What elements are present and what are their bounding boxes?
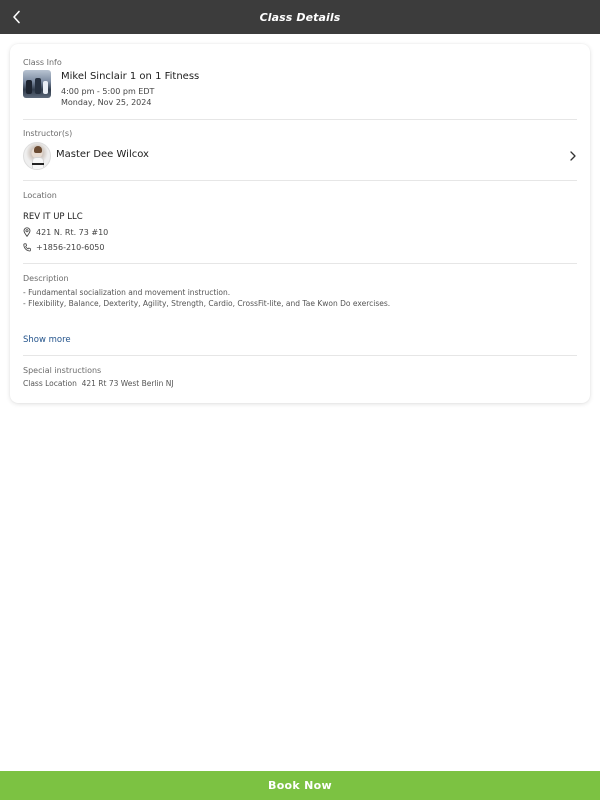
class-time: 4:00 pm - 5:00 pm EDT <box>61 87 155 96</box>
chevron-right-icon <box>570 151 576 161</box>
divider <box>23 355 577 356</box>
divider <box>23 119 577 120</box>
location-label: Location <box>23 191 57 200</box>
location-address: 421 N. Rt. 73 #10 <box>36 227 109 237</box>
map-pin-icon <box>23 227 31 237</box>
header-bar: Class Details <box>0 0 600 34</box>
instructor-name: Master Dee Wilcox <box>56 149 149 160</box>
class-info-section: Class Info Mikel Sinclair 1 on 1 Fitness… <box>23 58 577 113</box>
description-line: - Fundamental socialization and movement… <box>23 288 231 297</box>
location-name: REV IT UP LLC <box>23 212 83 222</box>
class-details-card: Class Info Mikel Sinclair 1 on 1 Fitness… <box>10 44 590 403</box>
class-thumbnail <box>23 70 51 98</box>
back-button[interactable] <box>4 4 30 30</box>
description-label: Description <box>23 274 69 283</box>
page-title: Class Details <box>259 10 341 24</box>
special-instructions-label: Special instructions <box>23 366 102 375</box>
instructor-row[interactable]: Master Dee Wilcox <box>23 140 577 172</box>
class-name: Mikel Sinclair 1 on 1 Fitness <box>61 71 200 82</box>
chevron-left-icon <box>13 10 20 24</box>
divider <box>23 263 577 264</box>
book-now-button[interactable]: Book Now <box>0 771 600 800</box>
book-now-label: Book Now <box>268 779 332 792</box>
instructor-label: Instructor(s) <box>23 129 73 138</box>
location-phone: +1856-210-6050 <box>36 243 105 252</box>
phone-icon <box>23 243 31 252</box>
location-address-row[interactable]: 421 N. Rt. 73 #10 <box>23 227 108 237</box>
special-instructions-text: Class Location 421 Rt 73 West Berlin NJ <box>23 379 174 388</box>
description-text: - Fundamental socialization and movement… <box>23 287 577 309</box>
divider <box>23 180 577 181</box>
class-date: Monday, Nov 25, 2024 <box>61 98 152 107</box>
avatar <box>23 142 51 170</box>
class-info-label: Class Info <box>23 58 62 67</box>
description-line: - Flexibility, Balance, Dexterity, Agili… <box>23 299 391 308</box>
show-more-link[interactable]: Show more <box>23 335 71 345</box>
location-phone-row[interactable]: +1856-210-6050 <box>23 243 104 252</box>
